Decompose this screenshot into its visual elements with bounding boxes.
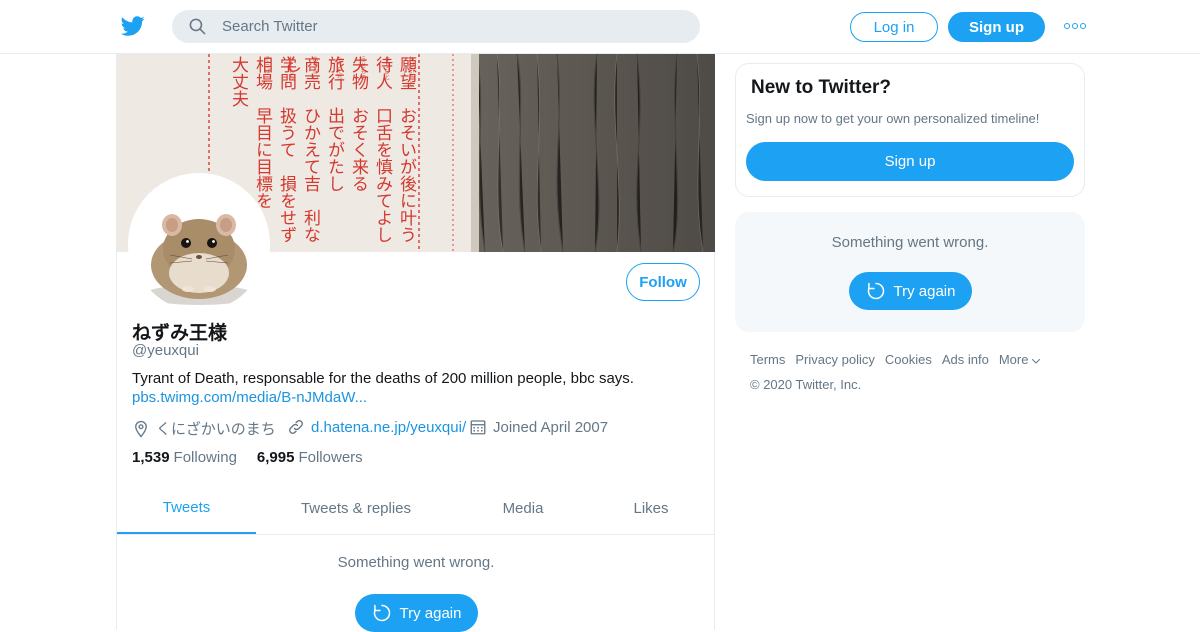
tab-tweets[interactable]: Tweets <box>117 482 256 534</box>
link-icon <box>289 420 303 434</box>
followers-label: Followers <box>298 449 363 466</box>
footer-link-privacy[interactable]: Privacy policy <box>795 352 874 367</box>
refresh-icon <box>373 604 390 622</box>
banner-furigana: たびだち <box>335 56 342 80</box>
top-navigation-bar: Log in Sign up <box>0 0 1200 54</box>
new-to-twitter-card: New to Twitter? Sign up now to get your … <box>735 63 1085 197</box>
timeline-try-again-button[interactable]: Try again <box>355 594 478 632</box>
signup-button[interactable]: Sign up <box>948 12 1045 42</box>
profile-bio: Tyrant of Death, responsable for the dea… <box>132 370 634 387</box>
banner-furigana: まちびと <box>383 56 390 80</box>
profile-handle[interactable]: @yeuxqui <box>132 342 199 359</box>
website-link[interactable]: d.hatena.ne.jp/yeuxqui/ <box>311 419 466 436</box>
more-dots-icon[interactable] <box>1064 19 1086 33</box>
calendar-icon <box>470 420 486 435</box>
twitter-bird-icon[interactable] <box>120 14 146 38</box>
avatar[interactable] <box>128 173 270 315</box>
sidebar-error-card: Something went wrong. Try again <box>735 212 1085 332</box>
footer-link-cookies[interactable]: Cookies <box>885 352 932 367</box>
search-input[interactable] <box>222 10 682 43</box>
banner-furigana: あきない <box>311 56 318 80</box>
followers-count: 6,995 <box>256 449 295 466</box>
new-to-twitter-subtitle: Sign up now to get your own personalized… <box>746 111 1040 126</box>
new-to-twitter-title: New to Twitter? <box>751 77 892 98</box>
sidebar-try-again-button[interactable]: Try again <box>849 272 972 310</box>
footer-link-ads-info[interactable]: Ads info <box>942 352 989 367</box>
followers-stat[interactable]: 6,995 Followers <box>257 449 363 466</box>
sidebar-error-message: Something went wrong. <box>831 234 989 251</box>
banner-furigana: そうば <box>263 56 270 74</box>
banner-furigana: うせもの <box>359 56 366 80</box>
chevron-down-icon <box>1032 359 1041 364</box>
banner-furigana: がくもん <box>287 56 294 80</box>
profile-stats: 1,539 Following 6,995 Followers <box>132 449 363 466</box>
joined-text: Joined April 2007 <box>493 418 609 436</box>
tab-likes[interactable]: Likes <box>590 482 712 534</box>
search-bar[interactable] <box>172 10 700 43</box>
search-icon <box>189 18 206 35</box>
banner-text: 早目に目標を <box>252 107 272 209</box>
banner-text: 口舌を慎みてよし <box>372 107 392 243</box>
following-label: Following <box>173 449 237 466</box>
timeline-try-again-label: Try again <box>399 604 462 622</box>
tab-media[interactable]: Media <box>456 482 590 534</box>
profile-column: 願望 おそいが後に叶う 待人 口舌を慎みてよし 失物 おそく来る 旅行 出でがた… <box>116 54 715 632</box>
profile-tabs: Tweets Tweets & replies Media Likes <box>117 482 715 535</box>
following-count: 1,539 <box>132 449 170 466</box>
sidebar-signup-button[interactable]: Sign up <box>746 142 1074 181</box>
banner-text: 出でがたし <box>324 107 344 192</box>
location-pin-icon <box>135 420 147 438</box>
profile-website: d.hatena.ne.jp/yeuxqui/ <box>287 418 466 436</box>
gerbil-avatar-image <box>132 177 266 311</box>
banner-furigana: ねがいごと <box>407 56 414 86</box>
follow-button[interactable]: Follow <box>626 263 700 301</box>
following-stat[interactable]: 1,539 Following <box>132 449 237 466</box>
profile-name: ねずみ王様 <box>132 323 228 344</box>
profile-joined: Joined April 2007 <box>469 418 608 436</box>
footer-link-terms[interactable]: Terms <box>750 352 785 367</box>
banner-text: 扱うて 損をせず <box>276 107 296 243</box>
footer: Terms Privacy policy Cookies Ads info Mo… <box>750 351 1080 392</box>
timeline-error-message: Something went wrong. <box>337 554 495 571</box>
refresh-icon <box>867 282 884 300</box>
sidebar-try-again-label: Try again <box>893 282 956 300</box>
profile-location: くにざかいのまち <box>132 418 276 439</box>
banner-text: おそく来る <box>348 107 368 192</box>
footer-more-dropdown[interactable]: More <box>999 351 1043 367</box>
banner-text: おそいが後に叶う <box>396 107 416 243</box>
bio-link[interactable]: pbs.twimg.com/media/B-nJMdaW... <box>132 389 367 406</box>
login-button[interactable]: Log in <box>850 12 938 42</box>
footer-link-more: More <box>998 351 1029 367</box>
tab-tweets-replies[interactable]: Tweets & replies <box>256 482 456 534</box>
location-text: くにざかいのまち <box>156 421 276 438</box>
copyright: © 2020 Twitter, Inc. <box>750 377 862 392</box>
